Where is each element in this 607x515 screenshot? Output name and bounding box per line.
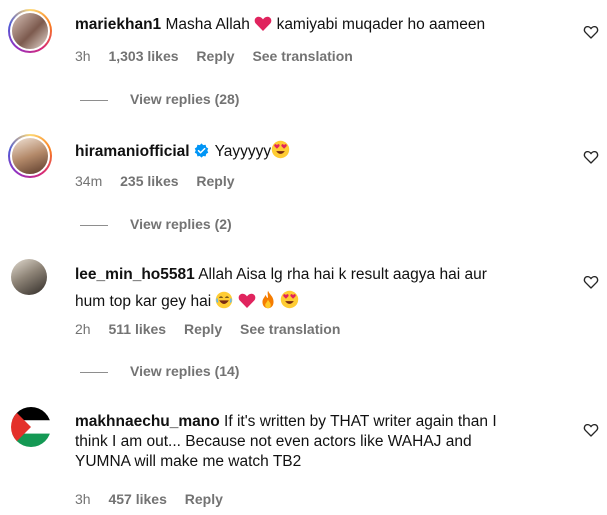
- replies-divider: [80, 224, 108, 226]
- fire-emoji-icon: [262, 290, 274, 309]
- comment-meta: 34m 235 likes Reply: [75, 173, 249, 189]
- comment-meta: 2h 511 likes Reply See translation: [75, 321, 354, 337]
- comment-username[interactable]: mariekhan1: [75, 16, 161, 33]
- comment-text: lee_min_ho5581 Allah Aisa lg rha hai k r…: [75, 264, 555, 313]
- comment-body: If it's written by THAT writer again tha…: [224, 413, 497, 430]
- comment-body: Allah Aisa lg rha hai k result aagya hai…: [198, 266, 487, 283]
- comment-line-2: think I am out... Because not even actor…: [75, 433, 472, 450]
- likes-count[interactable]: 1,303 likes: [108, 48, 178, 64]
- comment-text: hiramaniofficial Yayyyyy: [75, 140, 555, 163]
- replies-divider: [80, 371, 108, 373]
- comment-meta: 3h 457 likes Reply: [75, 491, 237, 507]
- comment-time: 34m: [75, 173, 103, 189]
- comment-time: 2h: [75, 321, 91, 337]
- comment-username[interactable]: hiramaniofficial: [75, 143, 190, 160]
- comment-line-2: hum top kar gey hai: [75, 290, 555, 313]
- view-replies-label: View replies (28): [130, 91, 240, 107]
- red-heart-emoji-icon: [254, 16, 272, 31]
- laughing-emoji-icon: [216, 291, 233, 309]
- heart-outline-icon[interactable]: [583, 274, 599, 290]
- reply-button[interactable]: Reply: [196, 48, 234, 64]
- heart-eyes-emoji-icon: [271, 140, 290, 159]
- heart-outline-icon[interactable]: [583, 422, 599, 438]
- comment-body-continued: kamiyabi muqader ho aameen: [276, 16, 486, 33]
- comment-line-3: YUMNA will make me watch TB2: [75, 453, 302, 470]
- see-translation-link[interactable]: See translation: [240, 321, 340, 337]
- view-replies-button[interactable]: View replies (14): [80, 363, 239, 379]
- palestine-flag-icon: [11, 407, 51, 447]
- replies-divider: [80, 99, 108, 101]
- comment-text: mariekhan1 Masha Allah kamiyabi muqader …: [75, 14, 555, 36]
- heart-outline-icon[interactable]: [583, 24, 599, 40]
- comment-body-continued: hum top kar gey hai: [75, 293, 212, 310]
- avatar[interactable]: [8, 134, 52, 178]
- comment-time: 3h: [75, 48, 91, 64]
- red-heart-emoji-icon: [238, 293, 256, 308]
- comment-line-1: makhnaechu_mano If it's written by THAT …: [75, 412, 555, 432]
- heart-outline-icon[interactable]: [583, 149, 599, 165]
- reply-button[interactable]: Reply: [196, 173, 234, 189]
- likes-count[interactable]: 511 likes: [108, 321, 166, 337]
- avatar[interactable]: [8, 9, 52, 53]
- comment-line-1: lee_min_ho5581 Allah Aisa lg rha hai k r…: [75, 264, 555, 286]
- reply-button[interactable]: Reply: [184, 321, 222, 337]
- avatar[interactable]: [11, 259, 47, 295]
- comment-username[interactable]: makhnaechu_mano: [75, 413, 220, 430]
- comment-text: makhnaechu_mano If it's written by THAT …: [75, 412, 555, 472]
- view-replies-button[interactable]: View replies (28): [80, 91, 239, 107]
- comment-body: Masha Allah: [165, 16, 250, 33]
- likes-count[interactable]: 457 likes: [108, 491, 166, 507]
- comment-username[interactable]: lee_min_ho5581: [75, 266, 195, 283]
- verified-badge-icon: [194, 143, 208, 158]
- comment-body: Yayyyyy: [214, 143, 272, 160]
- likes-count[interactable]: 235 likes: [120, 173, 178, 189]
- comment-time: 3h: [75, 491, 91, 507]
- view-replies-label: View replies (14): [130, 363, 240, 379]
- view-replies-button[interactable]: View replies (2): [80, 216, 232, 232]
- avatar[interactable]: [11, 407, 51, 447]
- view-replies-label: View replies (2): [130, 216, 232, 232]
- reply-button[interactable]: Reply: [185, 491, 223, 507]
- comment-meta: 3h 1,303 likes Reply See translation: [75, 48, 367, 64]
- see-translation-link[interactable]: See translation: [252, 48, 352, 64]
- heart-eyes-emoji-icon: [281, 290, 299, 309]
